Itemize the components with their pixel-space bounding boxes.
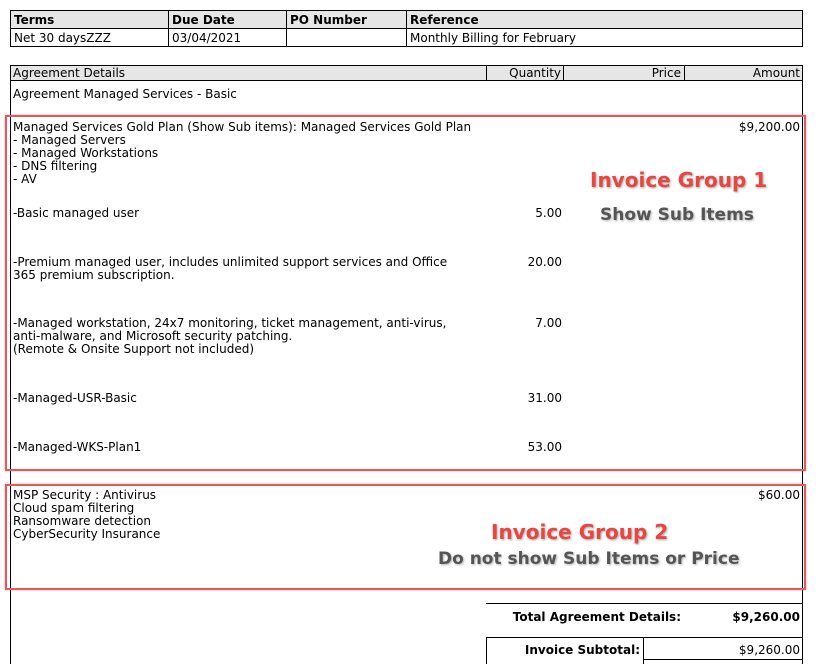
agreement-header-row: Agreement Details Quantity Price Amount bbox=[10, 65, 803, 81]
po-number-header: PO Number bbox=[286, 10, 407, 29]
terms-value-row: Net 30 daysZZZ 03/04/2021 Monthly Billin… bbox=[10, 28, 803, 47]
po-number-value bbox=[286, 28, 407, 47]
quantity-header: Quantity bbox=[486, 66, 564, 81]
total-agreement-value: $9,260.00 bbox=[732, 610, 800, 624]
invoice-subtotal-label: Invoice Subtotal: bbox=[524, 643, 640, 657]
group2-annotation-title: Invoice Group 2 bbox=[491, 520, 669, 544]
agreement-name: Agreement Managed Services - Basic bbox=[13, 87, 237, 101]
totals-divider bbox=[486, 603, 803, 604]
terms-header: Terms bbox=[10, 10, 169, 29]
due-date-value: 03/04/2021 bbox=[168, 28, 287, 47]
group2-annotation-subtitle: Do not show Sub Items or Price bbox=[438, 549, 740, 569]
due-date-header: Due Date bbox=[168, 10, 287, 29]
agreement-details-header: Agreement Details bbox=[13, 66, 126, 80]
subtotal-underline bbox=[643, 659, 803, 660]
subtotal-divider bbox=[486, 637, 803, 638]
reference-value: Monthly Billing for February bbox=[406, 28, 803, 47]
terms-header-row: Terms Due Date PO Number Reference bbox=[10, 10, 803, 29]
amount-header: Amount bbox=[752, 66, 800, 80]
terms-value: Net 30 daysZZZ bbox=[10, 28, 169, 47]
group1-annotation-subtitle: Show Sub Items bbox=[600, 205, 754, 225]
total-agreement-label: Total Agreement Details: bbox=[512, 610, 681, 624]
price-header: Price bbox=[565, 66, 685, 81]
invoice-subtotal-value: $9,260.00 bbox=[738, 643, 800, 657]
terms-table: Terms Due Date PO Number Reference Net 3… bbox=[10, 10, 803, 47]
invoice-group2-highlight bbox=[5, 484, 806, 590]
reference-header: Reference bbox=[406, 10, 803, 29]
group1-annotation-title: Invoice Group 1 bbox=[590, 168, 768, 192]
